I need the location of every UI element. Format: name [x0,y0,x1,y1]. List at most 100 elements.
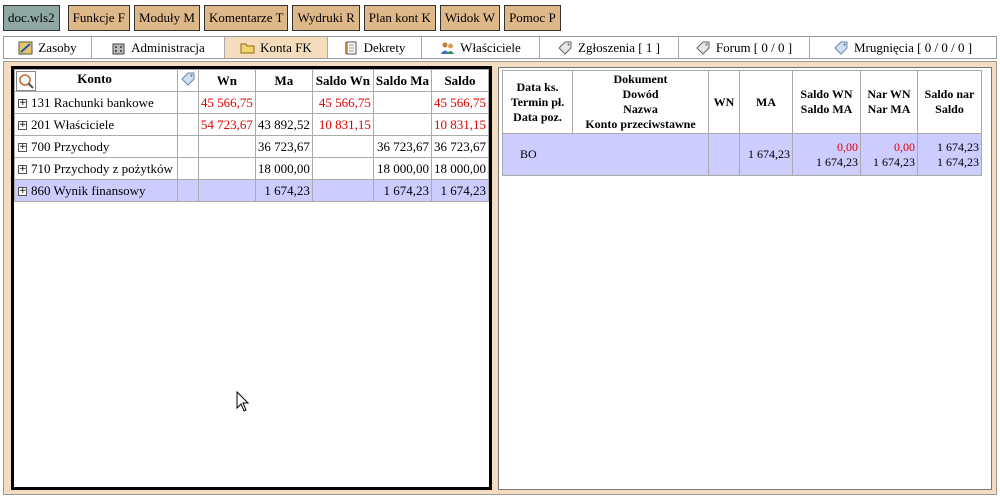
expand-icon[interactable]: + [18,143,27,153]
tag-icon [834,41,849,55]
row-saldo: 18 000,00 [430,157,490,180]
tab-administracja[interactable]: Administracja [92,37,225,58]
table-row[interactable]: BO 1 674,23 0,00 1 674,23 0,00 1 674,23 … [502,133,982,176]
users-icon [440,41,455,55]
row-wn [708,133,740,176]
account-name: 700 Przychody [31,138,110,154]
row-saldo-wn [311,135,374,158]
document-icon [344,41,359,55]
row-saldo-ma: 36 723,67 [372,135,432,158]
row-account[interactable]: +201 Właściciele [14,113,178,136]
col-saldo[interactable]: Saldo WN Saldo MA [792,70,861,134]
expand-icon[interactable]: + [18,121,27,131]
details-table: Data ks. Termin pł. Data poz. Dokument D… [502,70,982,176]
tag-icon[interactable] [181,72,195,89]
col-saldo-ma[interactable]: Saldo Ma [372,69,432,92]
row-saldo-wn: 10 831,15 [311,113,374,136]
table-row[interactable]: +201 Właściciele 54 723,67 43 892,52 10 831… [14,113,490,136]
resources-icon [18,41,33,55]
table-row[interactable]: +710 Przychody z pożytków 18 000,00 18 000… [14,157,490,180]
table-row[interactable]: +700 Przychody 36 723,67 36 723,67 36 723,6… [14,135,490,158]
row-tag [176,113,199,136]
tab-label: Mrugnięcia [ 0 / 0 / 0 ] [853,39,973,55]
col-wn[interactable]: Wn [197,69,256,92]
account-name: 710 Przychody z pożytków [31,160,173,176]
account-name: 860 Wynik finansowy [31,182,146,198]
tab-label: Dekrety [363,39,406,55]
row-ma [254,91,313,114]
expand-icon[interactable]: + [18,99,27,109]
row-account[interactable]: +710 Przychody z pożytków [14,157,178,180]
row-saldo-nar: 1 674,23 1 674,23 [917,133,982,176]
main-frame: Konto Wn Ma Saldo Wn Saldo Ma Saldo +131… [3,61,997,495]
menu-widok[interactable]: Widok W [439,5,501,31]
row-saldo-ma [372,91,432,114]
menu-pomoc[interactable]: Pomoc P [504,5,561,31]
tab-konta-fk[interactable]: Konta FK [225,37,328,58]
row-saldo-wn [311,157,374,180]
row-saldo-ma: 18 000,00 [372,157,432,180]
row-ma: 36 723,67 [254,135,313,158]
tab-zgloszenia[interactable]: Zgłoszenia [ 1 ] [540,37,679,58]
row-label: BO [502,133,709,176]
col-tag [176,69,199,92]
row-account[interactable]: +700 Przychody [14,135,178,158]
tab-zasoby[interactable]: Zasoby [4,37,92,58]
menu-wydruki[interactable]: Wydruki R [292,5,360,31]
menu-komentarze[interactable]: Komentarze T [203,5,289,31]
menu-moduly[interactable]: Moduły M [133,5,200,31]
mouse-cursor-icon [236,390,250,417]
building-icon [111,41,126,55]
accounts-panel: Konto Wn Ma Saldo Wn Saldo Ma Saldo +131… [11,66,492,490]
tag-icon [696,41,711,55]
expand-icon[interactable]: + [18,187,27,197]
tab-dekrety[interactable]: Dekrety [328,37,422,58]
col-nar[interactable]: Nar WN Nar MA [860,70,918,134]
menu-plan-kont[interactable]: Plan kont K [363,5,436,31]
tab-label: Zgłoszenia [ 1 ] [578,39,660,55]
row-saldo: 0,00 1 674,23 [792,133,861,176]
account-name: 131 Rachunki bankowe [31,94,154,110]
menu-funkcje[interactable]: Funkcje F [67,5,130,31]
row-saldo-wn [311,179,374,202]
row-ma: 18 000,00 [254,157,313,180]
col-ma[interactable]: MA [739,70,793,134]
col-saldo-wn[interactable]: Saldo Wn [311,69,374,92]
folder-icon [240,41,255,55]
tab-label: Konta FK [260,39,312,55]
row-saldo: 1 674,23 [430,179,490,202]
details-panel: Data ks. Termin pł. Data poz. Dokument D… [498,67,992,490]
col-dates[interactable]: Data ks. Termin pł. Data poz. [502,70,573,134]
tab-label: Właściciele [460,39,521,55]
row-wn: 45 566,75 [197,91,256,114]
row-account[interactable]: +860 Wynik finansowy [14,179,178,202]
tab-mrugniecia[interactable]: Mrugnięcia [ 0 / 0 / 0 ] [810,37,996,58]
row-ma: 43 892,52 [254,113,313,136]
col-wn[interactable]: WN [708,70,740,134]
row-tag [176,157,199,180]
row-wn [197,157,256,180]
col-document[interactable]: Dokument Dowód Nazwa Konto przeciwstawne [572,70,709,134]
row-nar: 0,00 1 674,23 [860,133,918,176]
tab-wlasciciele[interactable]: Właściciele [422,37,540,58]
tab-label: Forum [ 0 / 0 ] [715,39,793,55]
row-saldo: 10 831,15 [430,113,490,136]
col-saldo-nar[interactable]: Saldo nar Saldo [917,70,982,134]
search-icon[interactable] [16,70,36,91]
row-tag [176,135,199,158]
menu-doc[interactable]: doc.wls2 [3,5,60,31]
row-saldo-wn: 45 566,75 [311,91,374,114]
table-row[interactable]: +860 Wynik finansowy 1 674,23 1 674,23 1 67… [14,179,490,202]
tab-label: Zasoby [38,39,77,55]
row-account[interactable]: +131 Rachunki bankowe [14,91,178,114]
expand-icon[interactable]: + [18,165,27,175]
accounts-table: Konto Wn Ma Saldo Wn Saldo Ma Saldo +131… [14,69,490,202]
col-ma[interactable]: Ma [254,69,313,92]
tab-bar: Zasoby Administracja Konta FK Dekrety Wł… [3,36,997,59]
tab-label: Administracja [131,39,205,55]
tab-forum[interactable]: Forum [ 0 / 0 ] [679,37,810,58]
table-header: Data ks. Termin pł. Data poz. Dokument D… [502,70,982,134]
top-menu: doc.wls2 Funkcje F Moduły M Komentarze T… [3,5,561,31]
col-saldo[interactable]: Saldo [430,69,490,92]
table-row[interactable]: +131 Rachunki bankowe 45 566,75 45 566,75 4… [14,91,490,114]
